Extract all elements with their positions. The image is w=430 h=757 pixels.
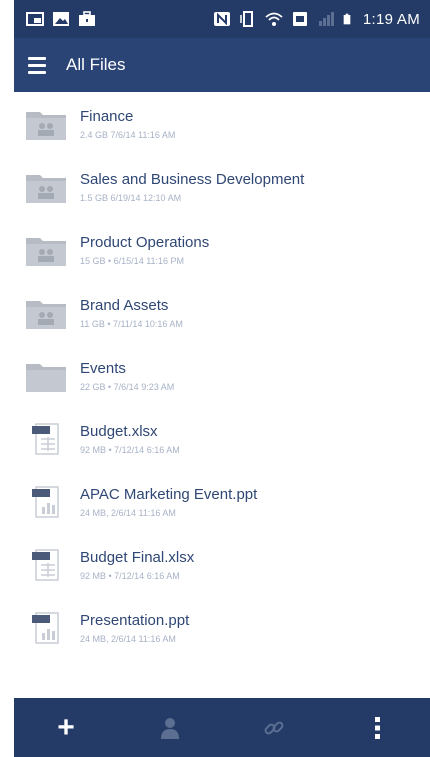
screenshot-icon: [26, 12, 44, 26]
presentation-file-icon: [32, 611, 59, 644]
page-title: All Files: [66, 55, 126, 74]
more-vertical-icon: [375, 716, 380, 739]
bottom-action-bar: +: [14, 698, 430, 757]
file-name: Brand Assets: [80, 296, 169, 314]
file-name: Finance: [80, 107, 134, 125]
briefcase-icon: [79, 11, 95, 26]
list-item[interactable]: Brand Assets 11 GB • 7/11/14 10:16 AM: [14, 281, 430, 344]
list-item[interactable]: Budget Final.xlsx 92 MB • 7/12/14 6:16 A…: [14, 533, 430, 596]
file-meta: 92 MB • 7/12/14 6:16 AM: [80, 570, 180, 581]
vibrate-icon: [240, 11, 253, 27]
file-meta: 24 MB, 2/6/14 11:16 AM: [80, 633, 176, 644]
share-user-button[interactable]: [140, 698, 200, 757]
gallery-icon: [53, 12, 69, 26]
shared-folder-icon: [26, 237, 66, 266]
file-meta: 1.5 GB 6/19/14 12:10 AM: [80, 192, 182, 203]
file-name: Sales and Business Development: [80, 170, 305, 188]
file-meta: 22 GB • 7/6/14 9:23 AM: [80, 381, 175, 392]
list-item[interactable]: Finance 2.4 GB 7/6/14 11:16 AM: [14, 92, 430, 155]
list-item[interactable]: Sales and Business Development 1.5 GB 6/…: [14, 155, 430, 218]
nfc-icon: [213, 12, 230, 26]
person-icon: [161, 717, 179, 739]
spreadsheet-file-icon: [32, 422, 59, 455]
sim-icon: [292, 12, 307, 26]
add-button[interactable]: +: [36, 698, 96, 757]
file-meta: 15 GB • 6/15/14 11:16 PM: [80, 255, 185, 266]
phone-screen: 1:19 AM All Files Finance 2.4 GB 7/6/14 …: [14, 0, 430, 757]
file-meta: 2.4 GB 7/6/14 11:16 AM: [80, 129, 176, 140]
wifi-icon: [265, 12, 283, 26]
folder-icon: [26, 363, 66, 392]
file-meta: 92 MB • 7/12/14 6:16 AM: [80, 444, 180, 455]
list-item[interactable]: APAC Marketing Event.ppt 24 MB, 2/6/14 1…: [14, 470, 430, 533]
file-name: Budget.xlsx: [80, 422, 158, 440]
file-meta: 24 MB, 2/6/14 11:16 AM: [80, 507, 176, 518]
file-name: APAC Marketing Event.ppt: [80, 485, 258, 503]
add-icon: +: [57, 710, 75, 744]
list-item[interactable]: Budget.xlsx 92 MB • 7/12/14 6:16 AM: [14, 407, 430, 470]
hamburger-menu-icon[interactable]: [28, 53, 56, 77]
presentation-file-icon: [32, 485, 59, 518]
link-button[interactable]: [244, 698, 304, 757]
shared-folder-icon: [26, 300, 66, 329]
battery-icon: [343, 13, 351, 25]
list-item[interactable]: Events 22 GB • 7/6/14 9:23 AM: [14, 344, 430, 407]
status-bar: 1:19 AM: [14, 0, 430, 38]
signal-icon: [318, 12, 334, 26]
list-item[interactable]: Presentation.ppt 24 MB, 2/6/14 11:16 AM: [14, 596, 430, 659]
more-options-button[interactable]: [348, 698, 408, 757]
file-name: Presentation.ppt: [80, 611, 190, 629]
file-name: Product Operations: [80, 233, 210, 251]
file-list: Finance 2.4 GB 7/6/14 11:16 AM Sales and…: [14, 92, 430, 659]
status-time: 1:19 AM: [362, 10, 420, 28]
shared-folder-icon: [26, 111, 66, 140]
link-icon: [264, 721, 284, 734]
file-meta: 11 GB • 7/11/14 10:16 AM: [80, 318, 183, 329]
file-name: Budget Final.xlsx: [80, 548, 195, 566]
file-name: Events: [80, 359, 126, 377]
list-item[interactable]: Product Operations 15 GB • 6/15/14 11:16…: [14, 218, 430, 281]
shared-folder-icon: [26, 174, 66, 203]
app-bar: All Files: [14, 38, 430, 92]
spreadsheet-file-icon: [32, 548, 59, 581]
